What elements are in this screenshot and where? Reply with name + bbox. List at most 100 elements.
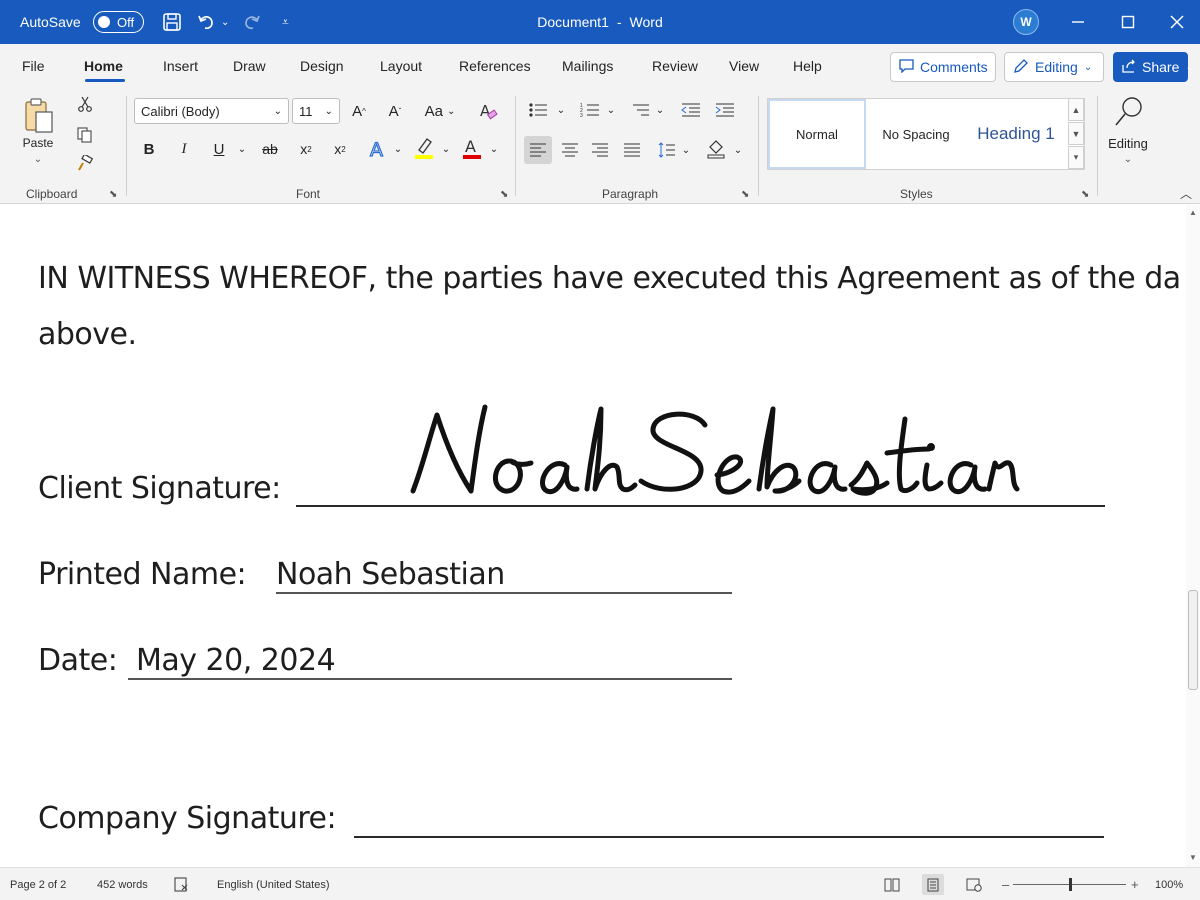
styles-scroll-up-icon[interactable]: ▲ (1068, 98, 1084, 121)
close-icon[interactable] (1154, 0, 1200, 44)
zoom-out-icon[interactable]: – (1002, 868, 1009, 900)
chevron-down-icon[interactable]: ⌄ (236, 136, 248, 162)
chevron-down-icon[interactable]: ⌄ (488, 136, 500, 162)
tab-draw[interactable]: Draw (233, 58, 266, 74)
copy-icon[interactable] (76, 126, 94, 144)
format-painter-icon[interactable] (76, 154, 94, 172)
superscript-icon[interactable]: x2 (330, 136, 350, 162)
vertical-scrollbar[interactable]: ▲ ▼ (1186, 205, 1200, 867)
tab-references[interactable]: References (459, 58, 531, 74)
font-color-icon[interactable]: A (460, 134, 484, 162)
justify-icon[interactable] (620, 136, 644, 164)
chevron-down-icon[interactable]: ⌄ (1120, 154, 1136, 165)
chevron-down-icon[interactable]: ⌄ (654, 98, 666, 122)
language-indicator[interactable]: English (United States) (217, 868, 330, 900)
autosave-state: Off (117, 14, 135, 30)
align-center-icon[interactable] (558, 136, 582, 164)
editing-group-button[interactable]: Editing (1104, 136, 1152, 151)
zoom-slider-thumb[interactable] (1069, 878, 1072, 891)
decrease-indent-icon[interactable] (680, 98, 702, 122)
styles-more-icon[interactable]: ▾ (1068, 146, 1084, 169)
save-icon[interactable] (162, 0, 182, 44)
undo-dropdown-icon[interactable]: ⌄ (221, 0, 229, 44)
strikethrough-icon[interactable]: ab (258, 136, 282, 162)
chevron-down-icon[interactable]: ⌄ (30, 154, 46, 165)
minimize-icon[interactable] (1055, 0, 1101, 44)
bullets-icon[interactable] (526, 98, 550, 122)
print-layout-icon[interactable] (922, 874, 944, 895)
chevron-down-icon[interactable]: ⌄ (440, 136, 452, 162)
grow-font-icon[interactable]: A ^ (348, 98, 370, 124)
text-effects-icon[interactable]: A (366, 136, 390, 162)
tab-file[interactable]: File (22, 58, 45, 74)
underline-icon[interactable]: U (210, 136, 228, 162)
numbering-icon[interactable]: 123 (578, 98, 602, 122)
tab-mailings[interactable]: Mailings (562, 58, 613, 74)
subscript-icon[interactable]: x2 (296, 136, 316, 162)
dialog-launcher-icon[interactable]: ⬊ (109, 189, 117, 200)
printed-name-value: Noah Sebastian (276, 557, 505, 592)
change-case-button[interactable]: Aa ⌄ (420, 98, 460, 124)
document-page[interactable]: IN WITNESS WHEREOF, the parties have exe… (0, 205, 1186, 867)
highlight-color-icon[interactable] (412, 134, 436, 162)
chevron-down-icon[interactable]: ⌄ (732, 136, 744, 164)
read-mode-icon[interactable] (884, 868, 900, 900)
maximize-icon[interactable] (1105, 0, 1151, 44)
tab-design[interactable]: Design (300, 58, 344, 74)
autosave-toggle[interactable]: Off (93, 11, 144, 33)
search-icon[interactable] (1112, 94, 1146, 130)
style-normal[interactable]: Normal (768, 99, 866, 169)
multilevel-list-icon[interactable] (628, 98, 652, 122)
editing-mode-label: Editing (1035, 59, 1078, 75)
scroll-down-icon[interactable]: ▼ (1189, 853, 1197, 862)
style-heading-1[interactable]: Heading 1 (966, 99, 1066, 169)
shrink-font-icon[interactable]: Aˇ (384, 98, 406, 124)
cut-icon[interactable] (76, 95, 94, 113)
tab-review[interactable]: Review (652, 58, 698, 74)
style-no-spacing[interactable]: No Spacing (866, 99, 966, 169)
comments-button[interactable]: Comments (890, 52, 996, 82)
font-name-combo[interactable]: Calibri (Body) ⌄ (134, 98, 289, 124)
scroll-up-icon[interactable]: ▲ (1189, 208, 1197, 217)
redo-icon[interactable] (242, 0, 262, 44)
page-indicator[interactable]: Page 2 of 2 (10, 868, 66, 900)
tab-help[interactable]: Help (793, 58, 822, 74)
editing-mode-button[interactable]: Editing ⌄ (1004, 52, 1104, 82)
dialog-launcher-icon[interactable]: ⬊ (500, 189, 508, 200)
zoom-in-icon[interactable]: + (1131, 868, 1139, 900)
tab-layout[interactable]: Layout (380, 58, 422, 74)
clipboard-paste-icon[interactable] (22, 96, 56, 136)
undo-icon[interactable] (196, 0, 216, 44)
tab-home[interactable]: Home (84, 58, 123, 74)
styles-scroll-down-icon[interactable]: ▼ (1068, 122, 1084, 145)
chevron-down-icon[interactable]: ⌄ (555, 98, 567, 122)
avatar[interactable]: W (1013, 9, 1039, 35)
increase-indent-icon[interactable] (714, 98, 736, 122)
chevron-down-icon[interactable]: ⌄ (392, 136, 404, 162)
align-right-icon[interactable] (588, 136, 612, 164)
tab-view[interactable]: View (729, 58, 759, 74)
web-layout-icon[interactable] (966, 868, 982, 900)
bold-icon[interactable]: B (140, 136, 158, 162)
zoom-level[interactable]: 100% (1155, 868, 1183, 900)
paste-label[interactable]: Paste (16, 136, 60, 150)
align-left-icon[interactable] (524, 136, 552, 164)
chevron-down-icon[interactable]: ⌄ (680, 136, 692, 164)
font-name-value: Calibri (Body) (141, 103, 220, 119)
collapse-ribbon-icon[interactable]: ︿ (1178, 186, 1194, 201)
customize-toolbar-icon[interactable]: ⩡ (282, 0, 289, 44)
tab-insert[interactable]: Insert (163, 58, 198, 74)
line-spacing-icon[interactable] (655, 136, 679, 164)
clear-formatting-icon[interactable]: A (476, 98, 500, 124)
font-size-combo[interactable]: 11 ⌄ (292, 98, 340, 124)
word-count[interactable]: 452 words (97, 868, 148, 900)
dialog-launcher-icon[interactable]: ⬊ (1081, 189, 1089, 200)
scroll-thumb[interactable] (1188, 590, 1198, 690)
italic-icon[interactable]: I (175, 136, 193, 162)
proofing-icon[interactable] (174, 868, 190, 900)
dialog-launcher-icon[interactable]: ⬊ (741, 189, 749, 200)
share-button[interactable]: Share ⌄ (1113, 52, 1194, 82)
shading-icon[interactable] (704, 134, 728, 162)
chevron-down-icon[interactable]: ⌄ (605, 98, 617, 122)
share-label: Share (1142, 59, 1180, 75)
